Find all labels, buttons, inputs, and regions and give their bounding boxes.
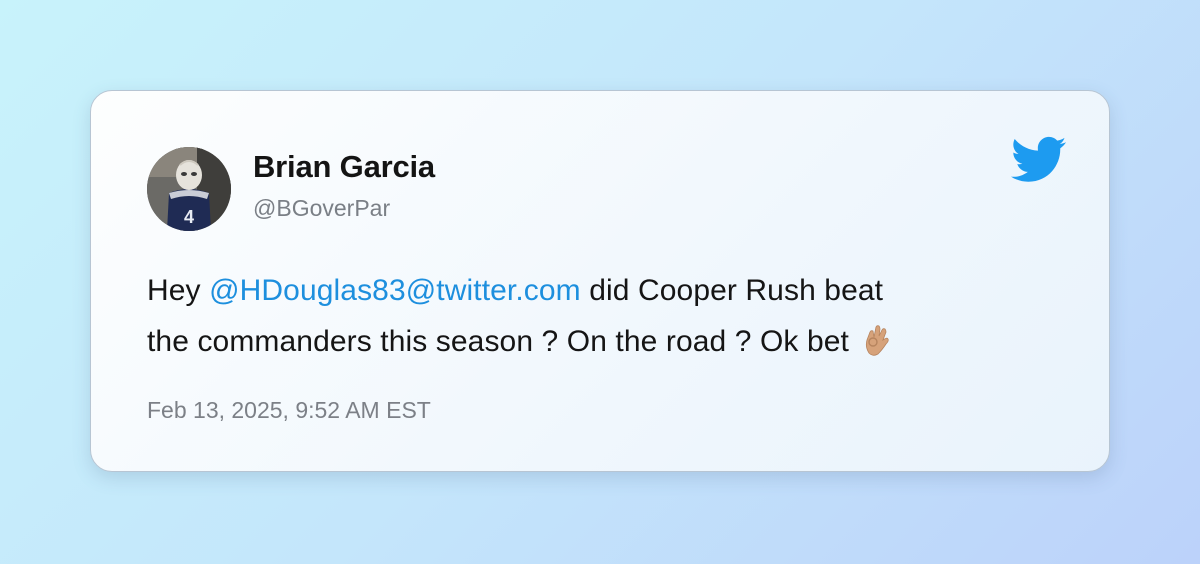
avatar-image: 4 xyxy=(147,147,231,231)
tweet-text-prefix: Hey xyxy=(147,274,210,307)
twitter-bird-icon xyxy=(1011,135,1067,185)
ok-hand-icon xyxy=(861,322,891,356)
mention-link[interactable]: @HDouglas83@twitter.com xyxy=(209,274,581,307)
author-handle[interactable]: @BGoverPar xyxy=(253,195,390,222)
avatar-jersey-number: 4 xyxy=(184,207,194,227)
tweet-text: Hey @HDouglas83@twitter.com did Cooper R… xyxy=(147,265,1047,367)
tweet-timestamp[interactable]: Feb 13, 2025, 9:52 AM EST xyxy=(147,397,431,424)
tweet-text-line2: the commanders this season ? On the road… xyxy=(147,325,858,358)
author-name[interactable]: Brian Garcia xyxy=(253,149,435,185)
tweet-card: 4 Brian Garcia @BGoverPar Hey @HDouglas8… xyxy=(90,90,1110,472)
tweet-text-line1-rest: did Cooper Rush beat xyxy=(580,274,884,307)
avatar[interactable]: 4 xyxy=(147,147,231,231)
